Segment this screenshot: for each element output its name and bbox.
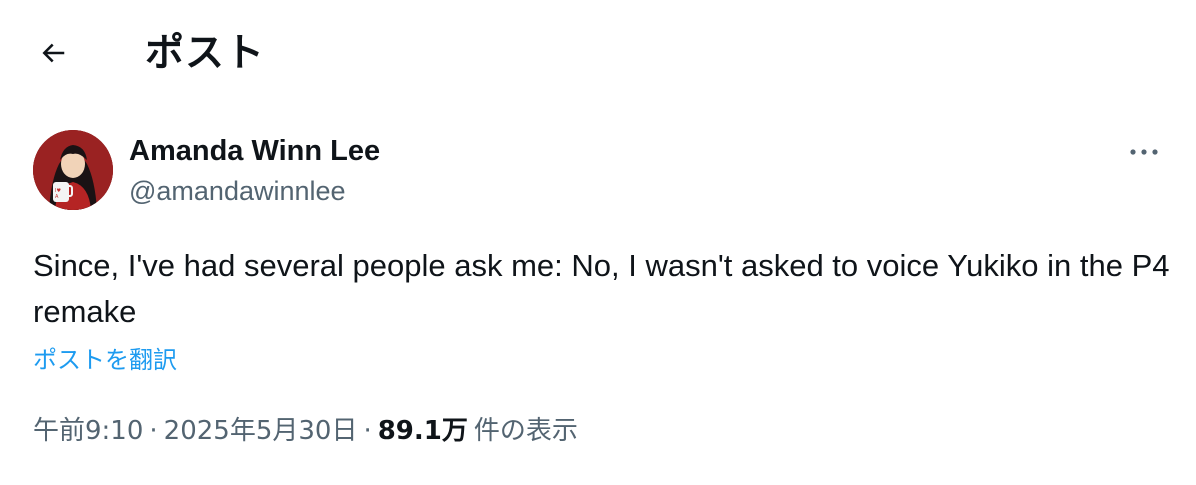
post-time[interactable]: 午前9:10 [33, 416, 143, 446]
avatar-image: I♥ A [33, 130, 113, 210]
views-label: 件の表示 [473, 416, 578, 446]
page-title: ポスト [145, 31, 266, 76]
meta-separator: · [149, 416, 158, 446]
post-date[interactable]: 2025年5月30日 [164, 416, 358, 446]
avatar[interactable]: I♥ A [33, 130, 113, 210]
translate-post-link[interactable]: ポストを翻訳 [33, 343, 177, 377]
views-count[interactable]: 89.1万 [378, 416, 468, 446]
svg-text:A: A [55, 194, 59, 200]
back-button[interactable] [28, 28, 78, 78]
post-text: Since, I've had several people ask me: N… [33, 248, 1170, 329]
arrow-left-icon [42, 43, 65, 63]
post-meta: 午前9:10 · 2025年5月30日 · 89.1万 件の表示 [33, 413, 578, 449]
author-handle[interactable]: @amandawinnlee [129, 173, 346, 209]
meta-separator: · [363, 416, 372, 446]
more-horizontal-icon [1130, 149, 1158, 155]
more-options-button[interactable] [1122, 136, 1166, 168]
author-display-name[interactable]: Amanda Winn Lee [129, 133, 380, 169]
top-bar: ポスト [0, 0, 1196, 106]
